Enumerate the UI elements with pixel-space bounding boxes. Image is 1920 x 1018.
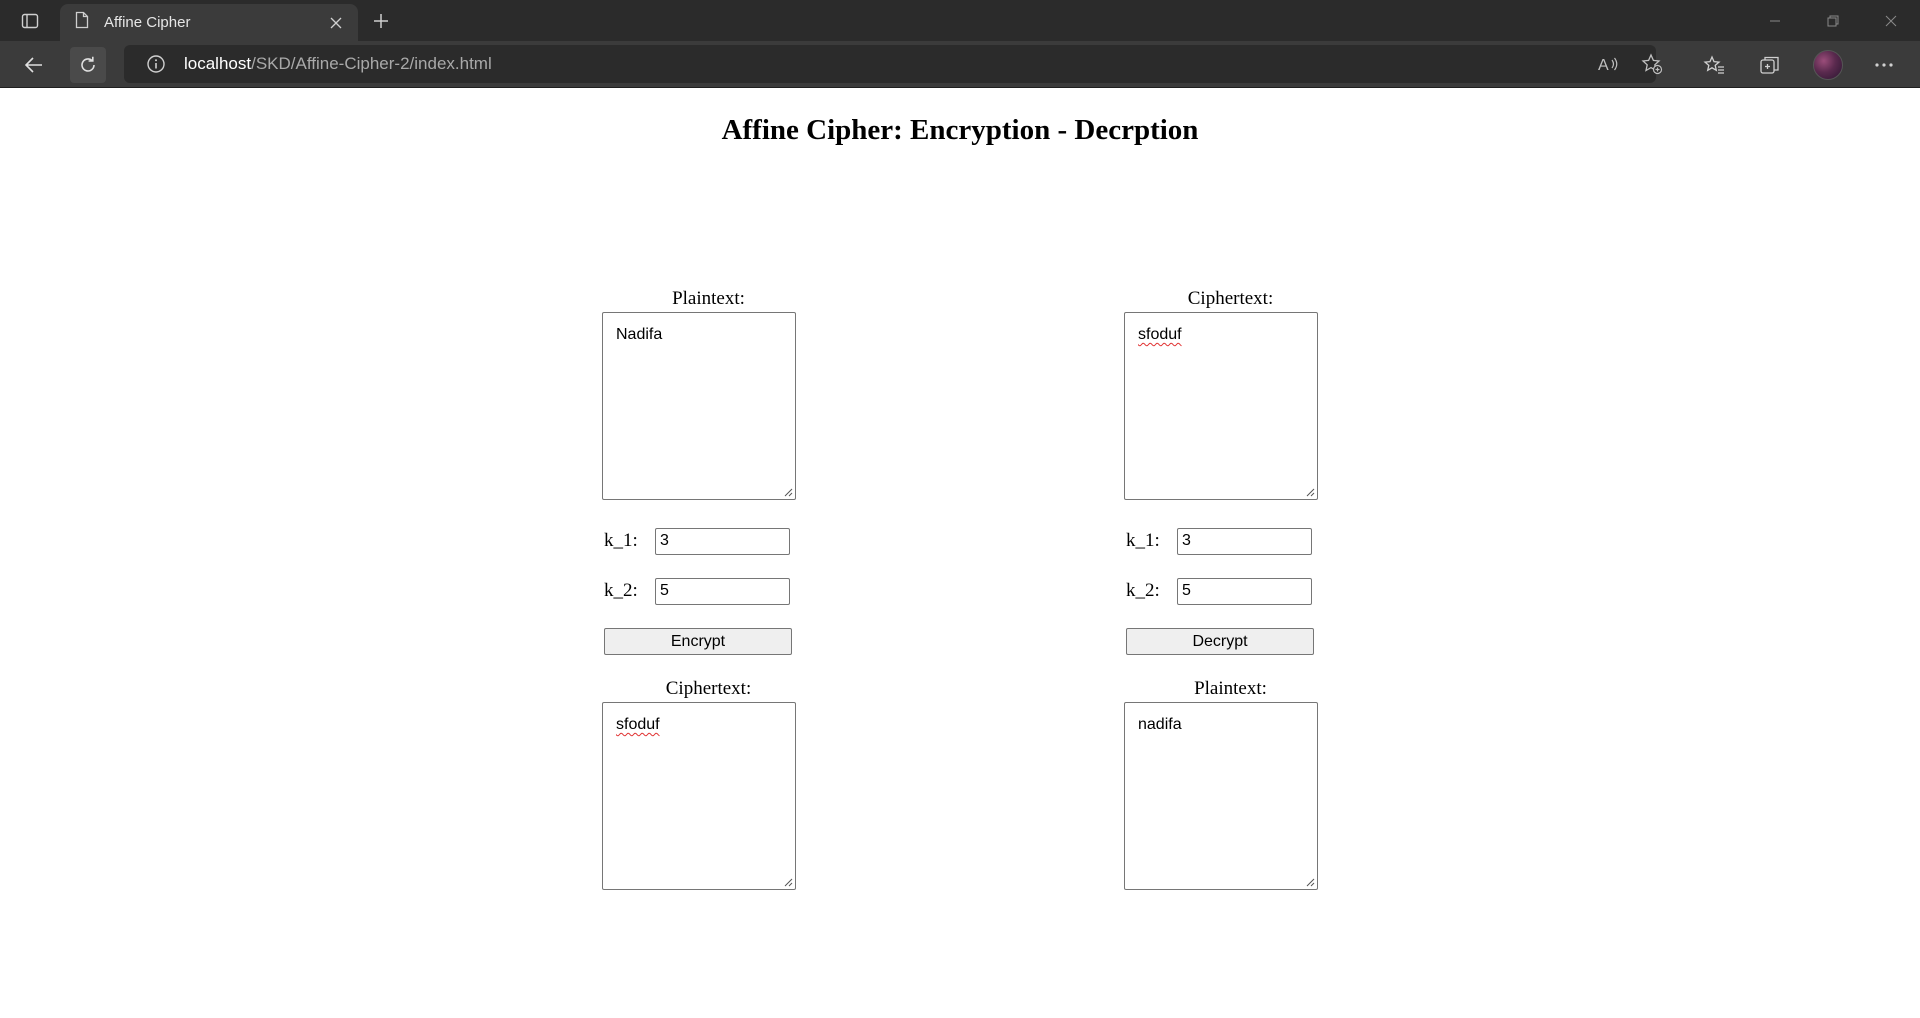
- resize-grip-icon[interactable]: [1305, 487, 1315, 497]
- site-info-icon[interactable]: [136, 45, 176, 83]
- add-favorite-icon[interactable]: [1634, 46, 1670, 82]
- page-icon: [74, 11, 90, 34]
- plaintext-input[interactable]: Nadifa: [602, 312, 796, 500]
- resize-grip-icon[interactable]: [783, 877, 793, 887]
- page-title: Affine Cipher: Encryption - Decrption: [721, 114, 1199, 146]
- encrypt-k1-row: k_1: 3: [604, 527, 790, 555]
- url-host: localhost: [184, 54, 252, 73]
- plaintext-input-label: Plaintext:: [672, 288, 745, 309]
- tab-actions-icon[interactable]: [12, 6, 48, 36]
- k1-label: k_1:: [604, 530, 638, 551]
- ciphertext-output-value: sfoduf: [616, 716, 660, 733]
- active-tab[interactable]: Affine Cipher: [60, 4, 358, 41]
- url-path: /SKD/Affine-Cipher-2/index.html: [251, 54, 492, 73]
- url-text[interactable]: localhost/SKD/Affine-Cipher-2/index.html: [184, 54, 492, 74]
- new-tab-icon[interactable]: [366, 6, 396, 36]
- read-aloud-icon[interactable]: A: [1590, 46, 1626, 82]
- encrypt-k1-input[interactable]: 3: [655, 527, 790, 555]
- decrypt-k1-row: k_1: 3: [1126, 527, 1312, 555]
- ciphertext-input-label: Ciphertext:: [1187, 288, 1274, 309]
- ciphertext-output-label: Ciphertext:: [665, 678, 752, 699]
- plaintext-output[interactable]: nadifa: [1124, 702, 1318, 890]
- favorites-icon[interactable]: [1696, 47, 1732, 83]
- close-tab-icon[interactable]: [324, 11, 348, 35]
- decrypt-button[interactable]: Decrypt: [1126, 628, 1314, 655]
- k2-label: k_2:: [1126, 580, 1160, 601]
- collections-icon[interactable]: [1752, 47, 1788, 83]
- profile-avatar[interactable]: [1813, 50, 1843, 80]
- more-options-icon[interactable]: [1866, 47, 1902, 83]
- refresh-icon[interactable]: [70, 47, 106, 83]
- decrypt-k2-input[interactable]: 5: [1177, 577, 1312, 605]
- plaintext-input-value: Nadifa: [616, 326, 663, 343]
- back-arrow-icon[interactable]: [16, 47, 52, 83]
- decrypt-k2-row: k_2: 5: [1126, 577, 1312, 605]
- k1-label: k_1:: [1126, 530, 1160, 551]
- address-bar[interactable]: localhost/SKD/Affine-Cipher-2/index.html…: [124, 45, 1663, 83]
- k2-label: k_2:: [604, 580, 638, 601]
- browser-toolbar: localhost/SKD/Affine-Cipher-2/index.html…: [0, 41, 1920, 88]
- ciphertext-output[interactable]: sfoduf: [602, 702, 796, 890]
- restore-icon[interactable]: [1804, 0, 1862, 41]
- encrypt-button[interactable]: Encrypt: [604, 628, 792, 655]
- close-window-icon[interactable]: [1862, 0, 1920, 41]
- svg-text:A: A: [1598, 57, 1609, 73]
- encrypt-k2-input[interactable]: 5: [655, 577, 790, 605]
- plaintext-output-label: Plaintext:: [1194, 678, 1267, 699]
- plaintext-output-value: nadifa: [1138, 716, 1182, 733]
- encrypt-k2-row: k_2: 5: [604, 577, 790, 605]
- ciphertext-input[interactable]: sfoduf: [1124, 312, 1318, 500]
- ciphertext-input-value: sfoduf: [1138, 326, 1182, 343]
- resize-grip-icon[interactable]: [783, 487, 793, 497]
- decrypt-k1-input[interactable]: 3: [1177, 527, 1312, 555]
- browser-tab-bar: Affine Cipher: [0, 0, 1920, 41]
- resize-grip-icon[interactable]: [1305, 877, 1315, 887]
- tab-title: Affine Cipher: [104, 14, 191, 31]
- page-content: Affine Cipher: Encryption - Decrption Pl…: [0, 88, 1920, 1018]
- minimize-icon[interactable]: [1746, 0, 1804, 41]
